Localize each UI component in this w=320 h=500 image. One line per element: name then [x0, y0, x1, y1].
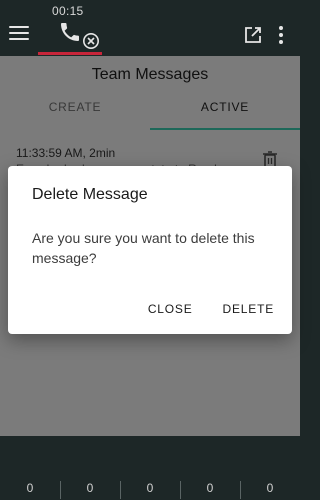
- dialog-body: Are you sure you want to delete this mes…: [32, 230, 255, 266]
- phone-icon[interactable]: [58, 20, 82, 44]
- counter-row: 0 0 0 0 0: [0, 481, 300, 500]
- dialog-actions: CLOSE DELETE: [126, 296, 282, 322]
- bottom-bar: 0 0 0 0 0: [0, 436, 300, 500]
- dialog-title: Delete Message: [32, 186, 148, 203]
- counter-2: 0: [60, 481, 120, 500]
- top-app-bar: 00:15: [0, 0, 300, 56]
- x-circle-icon[interactable]: [82, 32, 100, 50]
- counter-5: 0: [240, 481, 300, 500]
- delete-button[interactable]: DELETE: [215, 296, 282, 322]
- active-call-indicator: [38, 52, 102, 55]
- menu-icon[interactable]: [9, 26, 29, 42]
- close-button[interactable]: CLOSE: [140, 296, 201, 322]
- counter-1: 0: [26, 481, 34, 495]
- more-vert-icon[interactable]: [278, 26, 284, 44]
- delete-message-dialog: Delete Message Are you sure you want to …: [8, 166, 292, 334]
- counter-4: 0: [180, 481, 240, 500]
- counter-3: 0: [120, 481, 180, 500]
- open-in-new-icon[interactable]: [244, 26, 262, 44]
- call-timer: 00:15: [52, 4, 84, 18]
